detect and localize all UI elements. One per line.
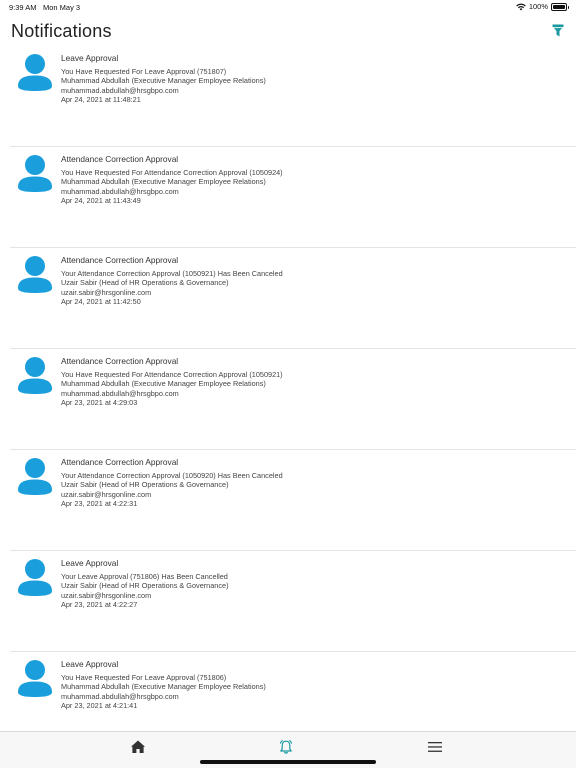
notification-timestamp: Apr 24, 2021 at 11:43:49 (61, 195, 141, 205)
notification-timestamp: Apr 23, 2021 at 4:29:03 (61, 397, 138, 407)
notification-content: Attendance Correction Approval Your Atte… (61, 255, 568, 306)
notification-timestamp: Apr 24, 2021 at 11:42:50 (61, 296, 141, 306)
notification-message: You Have Requested For Attendance Correc… (61, 370, 283, 379)
notification-title: Attendance Correction Approval (61, 356, 179, 366)
status-date: Mon May 3 (43, 3, 81, 12)
notification-title: Leave Approval (61, 558, 119, 568)
page-title: Notifications (11, 21, 112, 41)
battery-icon (551, 2, 569, 11)
home-icon[interactable] (130, 739, 146, 755)
notification-title: Attendance Correction Approval (61, 154, 179, 164)
notification-person: Muhammad Abdullah (Executive Manager Emp… (61, 682, 266, 692)
notification-item[interactable]: Attendance Correction Approval Your Atte… (10, 450, 576, 551)
wifi-icon (516, 3, 526, 10)
notification-email: muhammad.abdullah@hrsgbpo.com (61, 388, 179, 398)
notification-timestamp: Apr 24, 2021 at 11:48:21 (61, 94, 141, 104)
notification-person: Muhammad Abdullah (Executive Manager Emp… (61, 76, 266, 86)
hamburger-menu-icon[interactable] (427, 739, 443, 755)
notification-item[interactable]: Attendance Correction Approval You Have … (10, 147, 576, 248)
user-avatar-icon (18, 559, 52, 596)
filter-icon[interactable] (552, 24, 564, 37)
notification-content: Attendance Correction Approval You Have … (61, 356, 568, 407)
bell-icon[interactable] (278, 739, 294, 755)
user-avatar-icon (18, 357, 52, 394)
notification-title: Attendance Correction Approval (61, 255, 179, 265)
user-avatar-icon (18, 155, 52, 192)
notification-content: Attendance Correction Approval Your Atte… (61, 457, 568, 508)
status-bar: 9:39 AM Mon May 3 100% (0, 0, 576, 14)
header: Notifications (0, 18, 576, 46)
notification-person: Uzair Sabir (Head of HR Operations & Gov… (61, 581, 229, 591)
notification-item[interactable]: Leave Approval You Have Requested For Le… (10, 46, 576, 147)
notification-list[interactable]: Leave Approval You Have Requested For Le… (0, 46, 576, 730)
notification-message: Your Attendance Correction Approval (105… (61, 269, 283, 278)
user-avatar-icon (18, 256, 52, 293)
notification-person: Muhammad Abdullah (Executive Manager Emp… (61, 379, 266, 389)
notification-item[interactable]: Leave Approval You Have Requested For Le… (10, 652, 576, 730)
notification-email: uzair.sabir@hrsgonline.com (61, 287, 152, 297)
notification-timestamp: Apr 23, 2021 at 4:22:27 (61, 599, 138, 609)
notification-title: Leave Approval (61, 659, 119, 669)
notification-item[interactable]: Attendance Correction Approval Your Atte… (10, 248, 576, 349)
notification-email: muhammad.abdullah@hrsgbpo.com (61, 186, 179, 196)
notification-person: Uzair Sabir (Head of HR Operations & Gov… (61, 480, 229, 490)
notification-email: muhammad.abdullah@hrsgbpo.com (61, 85, 179, 95)
notification-person: Muhammad Abdullah (Executive Manager Emp… (61, 177, 266, 187)
notification-item[interactable]: Attendance Correction Approval You Have … (10, 349, 576, 450)
notification-content: Leave Approval You Have Requested For Le… (61, 659, 568, 710)
notification-content: Leave Approval You Have Requested For Le… (61, 53, 568, 104)
notification-message: You Have Requested For Attendance Correc… (61, 168, 283, 177)
notification-message: Your Leave Approval (751806) Has Been Ca… (61, 572, 228, 581)
notification-timestamp: Apr 23, 2021 at 4:22:31 (61, 498, 138, 508)
notification-timestamp: Apr 23, 2021 at 4:21:41 (61, 700, 138, 710)
notification-email: uzair.sabir@hrsgonline.com (61, 590, 152, 600)
notification-email: uzair.sabir@hrsgonline.com (61, 489, 152, 499)
user-avatar-icon (18, 54, 52, 91)
notification-item[interactable]: Leave Approval Your Leave Approval (7518… (10, 551, 576, 652)
notification-message: Your Attendance Correction Approval (105… (61, 471, 283, 480)
notification-message: You Have Requested For Leave Approval (7… (61, 67, 227, 76)
notification-email: muhammad.abdullah@hrsgbpo.com (61, 691, 179, 701)
home-indicator (200, 760, 376, 764)
user-avatar-icon (18, 660, 52, 697)
notification-content: Attendance Correction Approval You Have … (61, 154, 568, 205)
notification-title: Attendance Correction Approval (61, 457, 179, 467)
notification-content: Leave Approval Your Leave Approval (7518… (61, 558, 568, 609)
notification-person: Uzair Sabir (Head of HR Operations & Gov… (61, 278, 229, 288)
notification-message: You Have Requested For Leave Approval (7… (61, 673, 227, 682)
status-time: 9:39 AM (9, 3, 37, 12)
battery-percent: 100% (528, 2, 548, 11)
notification-title: Leave Approval (61, 53, 119, 63)
user-avatar-icon (18, 458, 52, 495)
status-right: 100% (516, 2, 569, 11)
